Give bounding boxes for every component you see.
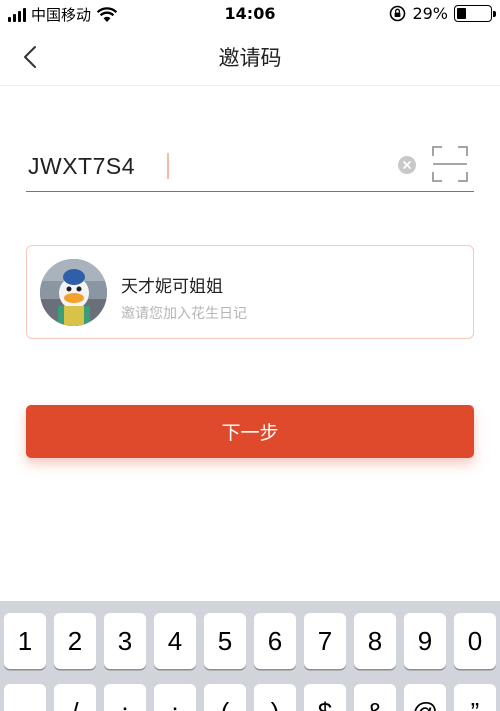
battery-fill — [457, 8, 466, 19]
key-right-paren[interactable]: ) — [254, 684, 296, 711]
page-title: 邀请码 — [218, 46, 282, 70]
key-colon[interactable]: : — [104, 684, 146, 711]
clear-button[interactable] — [398, 156, 416, 174]
key-2[interactable]: 2 — [54, 613, 96, 669]
invite-code-screen: 中国移动 14:06 29% 邀请码 JWXT7S4 天才妮可姐姐 邀请您加入花… — [0, 0, 500, 711]
key-4[interactable]: 4 — [154, 613, 196, 669]
avatar — [40, 259, 107, 326]
inviter-name: 天才妮可姐姐 — [121, 277, 223, 297]
invite-code-field — [26, 140, 474, 192]
key-ampersand[interactable]: & — [354, 684, 396, 711]
avatar-image — [40, 259, 107, 326]
status-bar: 中国移动 14:06 29% — [0, 0, 500, 28]
keyboard: 1 2 3 4 5 6 7 8 9 0 - / : ; ( ) $ & @ ” — [0, 601, 500, 711]
key-at[interactable]: @ — [404, 684, 446, 711]
battery-icon — [454, 5, 496, 22]
keyboard-row-symbols: - / : ; ( ) $ & @ ” — [4, 684, 496, 711]
key-dollar[interactable]: $ — [304, 684, 346, 711]
key-9[interactable]: 9 — [404, 613, 446, 669]
next-step-button[interactable]: 下一步 — [26, 405, 474, 458]
text-cursor — [167, 153, 169, 179]
status-right: 29% — [389, 4, 496, 23]
key-left-paren[interactable]: ( — [204, 684, 246, 711]
battery-percent: 29% — [412, 4, 448, 23]
key-quote[interactable]: ” — [454, 684, 496, 711]
keyboard-row-numbers: 1 2 3 4 5 6 7 8 9 0 — [4, 613, 496, 669]
scan-icon[interactable] — [432, 146, 468, 182]
key-0[interactable]: 0 — [454, 613, 496, 669]
invite-code-input[interactable] — [28, 146, 388, 186]
key-hyphen[interactable]: - — [4, 684, 46, 711]
key-semicolon[interactable]: ; — [154, 684, 196, 711]
inviter-card: 天才妮可姐姐 邀请您加入花生日记 — [26, 245, 474, 339]
nav-bar: 邀请码 — [0, 28, 500, 86]
key-slash[interactable]: / — [54, 684, 96, 711]
key-7[interactable]: 7 — [304, 613, 346, 669]
key-8[interactable]: 8 — [354, 613, 396, 669]
inviter-subtitle: 邀请您加入花生日记 — [121, 306, 247, 322]
key-5[interactable]: 5 — [204, 613, 246, 669]
key-6[interactable]: 6 — [254, 613, 296, 669]
key-3[interactable]: 3 — [104, 613, 146, 669]
clear-icon — [403, 161, 411, 169]
rotation-lock-icon — [390, 5, 406, 22]
key-1[interactable]: 1 — [4, 613, 46, 669]
